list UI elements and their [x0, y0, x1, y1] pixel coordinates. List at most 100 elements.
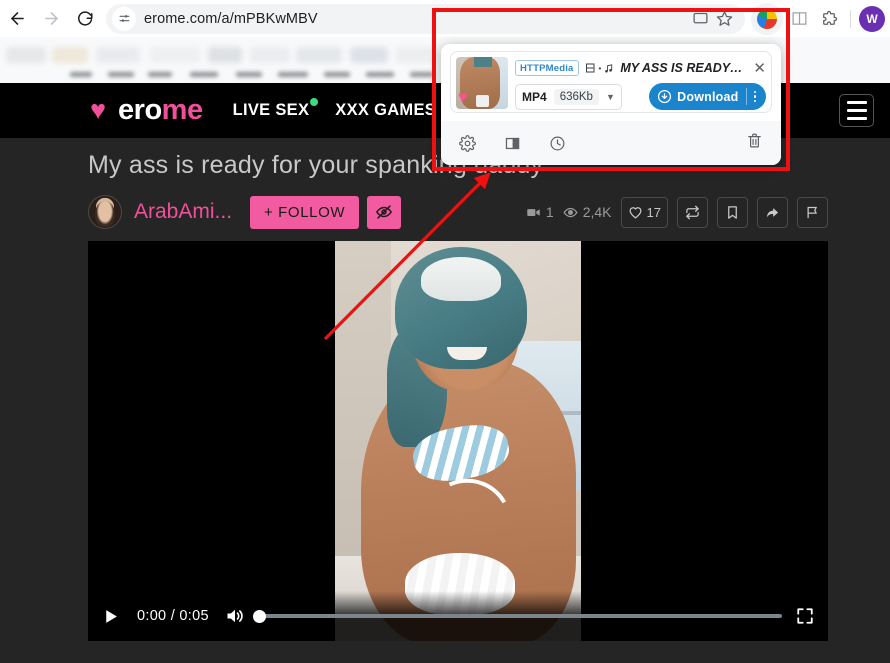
album-meta-row: ArabAmi... + FOLLOW 1 2,4K 17: [88, 191, 828, 233]
like-button[interactable]: 17: [620, 196, 668, 228]
more-options-icon[interactable]: [745, 88, 764, 105]
bookmark-star-icon: [716, 11, 732, 26]
download-label: Download: [677, 89, 739, 104]
screenshot-root: erome.com/a/mPBKwMBV W ♥ erome LIVE SEX …: [0, 0, 890, 663]
views-stat: 2,4K: [563, 204, 612, 220]
httpmedia-extension-button[interactable]: [751, 2, 783, 35]
hamburger-menu-icon: [846, 101, 867, 104]
nav-item-live-sex-label: LIVE SEX: [232, 101, 310, 119]
video-audio-icon: •: [585, 62, 615, 74]
panel-icon: [505, 137, 520, 149]
back-button[interactable]: [0, 2, 34, 36]
address-bar[interactable]: erome.com/a/mPBKwMBV: [106, 3, 745, 34]
forward-button[interactable]: [34, 2, 68, 36]
file-size-label: 636Kb: [553, 88, 599, 105]
video-player[interactable]: 0:00 / 0:05: [88, 241, 828, 641]
heart-outline-icon: [629, 206, 641, 218]
site-nav: LIVE SEX XXX GAMES: [232, 98, 437, 120]
nav-item-live-sex[interactable]: LIVE SEX: [232, 98, 319, 120]
seek-bar[interactable]: [252, 609, 782, 623]
video-frame: [335, 241, 581, 641]
media-item-card[interactable]: ♥ HTTPMedia • MY ASS IS READY F... ✕ MP4: [450, 51, 772, 113]
sidepanel-button[interactable]: [504, 135, 521, 152]
eye-slash-icon: [376, 205, 393, 219]
flag-icon: [807, 206, 817, 218]
heart-overlay-icon: ♥: [458, 89, 468, 106]
media-thumbnail: ♥: [456, 57, 508, 109]
video-camera-icon: [527, 208, 540, 216]
source-badge: HTTPMedia: [515, 60, 579, 76]
video-count-stat: 1: [526, 204, 554, 220]
avatar[interactable]: [88, 195, 122, 229]
format-label: MP4: [522, 89, 547, 104]
fullscreen-icon: [797, 608, 813, 624]
nav-item-xxx-games[interactable]: XXX GAMES: [335, 101, 436, 120]
logo-text: erome: [118, 94, 203, 127]
media-item-actions: MP4 636Kb ▼ Download: [515, 83, 766, 110]
httpmedia-extension-icon: [754, 5, 780, 32]
site-settings-button[interactable]: [112, 6, 136, 31]
site-settings-icon: [119, 15, 129, 22]
seek-handle[interactable]: [252, 609, 266, 623]
close-item-button[interactable]: ✕: [751, 59, 766, 77]
views-value: 2,4K: [582, 204, 612, 220]
play-button[interactable]: [102, 608, 119, 625]
follow-button[interactable]: + FOLLOW: [250, 195, 360, 229]
media-title: MY ASS IS READY F...: [620, 61, 746, 75]
split-view-button[interactable]: [785, 5, 813, 33]
video-count-value: 1: [545, 204, 554, 220]
bookmark-star-button[interactable]: [713, 8, 735, 30]
toolbar-divider: [850, 9, 851, 28]
forward-arrow-icon: [44, 12, 58, 25]
erome-logo[interactable]: ♥ erome: [90, 94, 203, 127]
share-arrow-icon: [766, 207, 779, 217]
player-controls: 0:00 / 0:05: [88, 591, 828, 641]
clock-icon: [550, 136, 565, 150]
extensions-puzzle-icon: [823, 10, 838, 25]
logo-text-pink: me: [161, 94, 203, 126]
download-button[interactable]: Download: [649, 83, 766, 110]
back-arrow-icon: [10, 12, 24, 25]
download-circle-icon: [658, 89, 672, 104]
cast-button[interactable]: [689, 8, 711, 30]
hide-button[interactable]: [367, 195, 402, 229]
username-link[interactable]: ArabAmi...: [134, 200, 232, 224]
report-button[interactable]: [797, 196, 828, 228]
extensions-button[interactable]: [815, 5, 843, 33]
heart-logo-icon: ♥: [90, 95, 107, 125]
volume-button[interactable]: [225, 606, 245, 626]
bookmark-button[interactable]: [717, 196, 748, 228]
volume-icon: [227, 609, 243, 623]
media-item-details: HTTPMedia • MY ASS IS READY F... ✕ MP4 6…: [508, 57, 766, 110]
profile-button[interactable]: W: [858, 5, 886, 33]
toolbar-icons: W: [751, 2, 890, 35]
media-item-header: HTTPMedia • MY ASS IS READY F... ✕: [515, 57, 766, 79]
logo-text-white: ero: [118, 94, 162, 126]
erome-page: ♥ erome LIVE SEX XXX GAMES My ass is rea…: [0, 83, 890, 663]
repeat-icon: [686, 205, 699, 219]
cast-icon: [692, 12, 708, 24]
clear-all-button[interactable]: [746, 132, 763, 154]
trash-icon: [748, 133, 761, 148]
chevron-down-icon[interactable]: ▼: [606, 92, 615, 102]
history-button[interactable]: [549, 135, 566, 152]
live-status-dot-icon: [310, 98, 319, 106]
time-display: 0:00 / 0:05: [137, 608, 209, 624]
repost-button[interactable]: [677, 196, 708, 228]
gear-icon: [459, 134, 476, 152]
bookmark-icon: [728, 205, 737, 219]
split-view-icon: [792, 12, 806, 25]
share-button[interactable]: [757, 196, 788, 228]
album-stats: 1 2,4K 17: [526, 196, 828, 228]
httpmedia-popup[interactable]: ♥ HTTPMedia • MY ASS IS READY F... ✕ MP4: [441, 44, 781, 165]
popup-toolbar: [441, 121, 781, 165]
eye-icon: [563, 207, 578, 217]
format-selector[interactable]: MP4 636Kb ▼: [515, 83, 622, 110]
like-count: 17: [646, 204, 661, 220]
omnibox-actions: [689, 8, 735, 30]
hamburger-menu-button[interactable]: [839, 94, 874, 127]
reload-icon: [78, 10, 93, 26]
settings-button[interactable]: [459, 134, 476, 152]
reload-button[interactable]: [68, 2, 102, 36]
fullscreen-button[interactable]: [796, 607, 814, 625]
